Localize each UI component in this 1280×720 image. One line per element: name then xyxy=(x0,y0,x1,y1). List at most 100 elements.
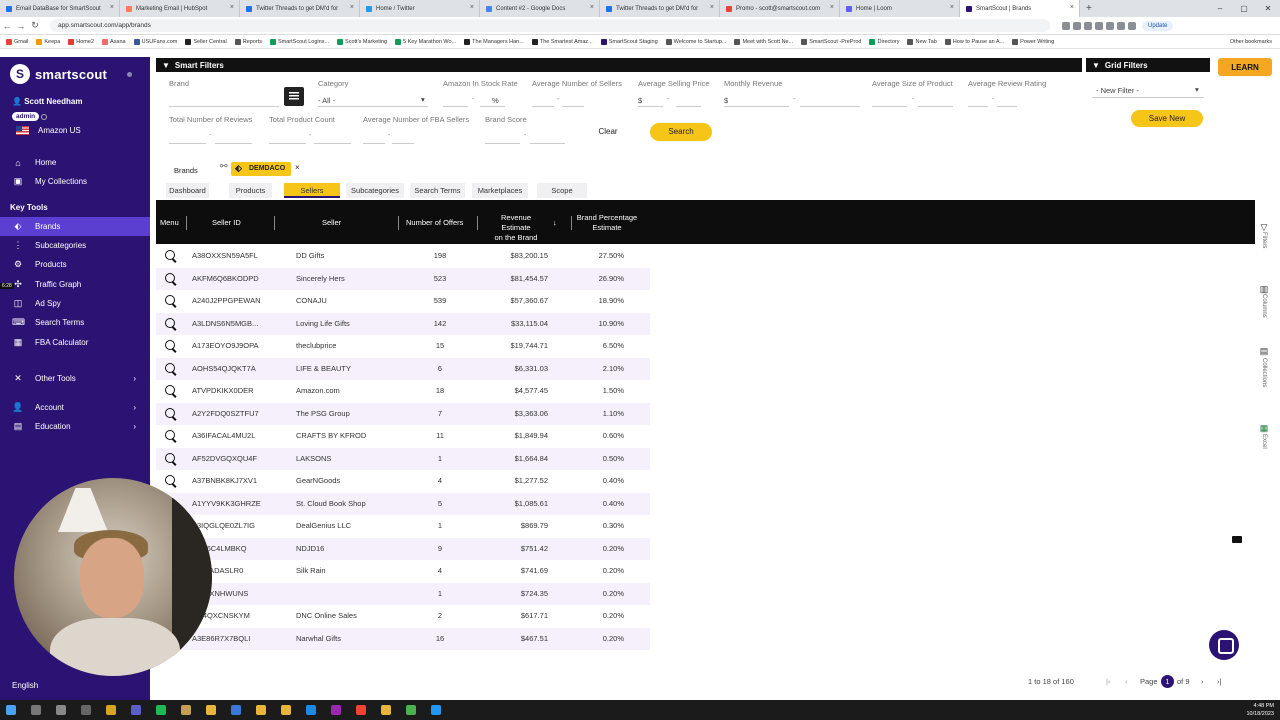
tab-subcategories[interactable]: Subcategories xyxy=(346,183,404,198)
minimize-icon[interactable]: – xyxy=(1208,4,1232,13)
vscode-icon[interactable] xyxy=(231,705,241,715)
app-icon[interactable] xyxy=(431,705,441,715)
table-row[interactable]: A38OXXSN59A5FL DD Gifts 198 $83,200.15 27.50… xyxy=(156,245,650,267)
widgets-icon[interactable] xyxy=(81,705,91,715)
tab-marketplaces[interactable]: Marketplaces xyxy=(472,183,528,198)
browser-tab[interactable]: SmartScout | Brands × xyxy=(960,0,1080,17)
search-icon[interactable] xyxy=(165,362,177,375)
seller-id-cell[interactable]: AF52DVGQXQU4F xyxy=(192,448,257,470)
tab-search-terms[interactable]: Search Terms xyxy=(410,183,465,198)
search-icon[interactable] xyxy=(165,295,177,307)
close-tab-icon[interactable]: × xyxy=(950,4,954,11)
brand-score-min[interactable] xyxy=(485,143,520,144)
col-offers[interactable]: Number of Offers xyxy=(406,218,463,228)
save-new-button[interactable]: Save New xyxy=(1131,110,1203,127)
close-tab-icon[interactable]: × xyxy=(470,4,474,11)
seller-name-cell[interactable]: CRAFTS BY KFROD xyxy=(296,425,366,447)
seller-name-cell[interactable]: DNC Online Sales xyxy=(296,605,357,627)
search-icon[interactable] xyxy=(165,317,177,330)
grid-filter-select[interactable]: - New Filter - xyxy=(1096,86,1139,95)
product-count-min[interactable] xyxy=(269,143,306,144)
forward-icon[interactable]: → xyxy=(14,21,28,31)
search-icon[interactable] xyxy=(165,407,177,420)
sidebar-item-search-terms[interactable]: ⌨ Search Terms xyxy=(0,313,150,332)
search-icon[interactable] xyxy=(165,430,177,442)
table-row[interactable]: A3LDNS6N5MGB... Loving Life Gifts 142 $33,1… xyxy=(156,312,650,335)
sidebar-item-ad-spy[interactable]: ◫ Ad Spy xyxy=(0,294,150,313)
spotify-icon[interactable] xyxy=(156,705,166,715)
seller-name-cell[interactable]: Amazon.com xyxy=(296,380,340,402)
link-icon[interactable]: ⚯ xyxy=(220,161,228,172)
new-tab-icon[interactable]: + xyxy=(1080,3,1098,14)
sidebar-item-brands[interactable]: ⬖ Brands xyxy=(0,217,150,236)
reviews-min[interactable] xyxy=(169,143,206,144)
chrome-icon[interactable] xyxy=(256,705,266,715)
seller-id-cell[interactable]: A3LDNS6N5MGB... xyxy=(192,313,258,335)
nav-home[interactable]: ⌂ Home xyxy=(0,153,150,172)
revenue-max[interactable] xyxy=(800,106,860,107)
table-row[interactable]: KICPXNHWUNS 1 $724.35 0.20% xyxy=(156,582,650,605)
brand-list-icon[interactable] xyxy=(284,87,304,106)
chat-support-icon[interactable] xyxy=(1209,630,1239,660)
category-select[interactable]: - All - xyxy=(318,96,335,105)
sidebar-item-traffic-graph[interactable]: ✣ Traffic Graph xyxy=(0,275,150,294)
close-tab-icon[interactable]: × xyxy=(590,4,594,11)
task-view-icon[interactable] xyxy=(56,705,66,715)
other-bookmarks[interactable]: Other bookmarks xyxy=(1230,39,1272,45)
table-row[interactable]: AOHS54QJQKT7A LIFE & BEAUTY 6 $6,331.03 2.10… xyxy=(156,357,650,380)
current-page[interactable]: 1 xyxy=(1161,675,1174,688)
table-row[interactable]: A3IQGLQE0ZL7IG DealGenius LLC 1 $869.79 0.30… xyxy=(156,515,650,537)
sort-desc-icon[interactable]: ↓ xyxy=(553,218,557,228)
extension-icon[interactable] xyxy=(1095,21,1103,30)
taskbar-search-icon[interactable] xyxy=(31,705,41,715)
back-icon[interactable]: ← xyxy=(0,21,14,31)
rating-min[interactable] xyxy=(968,106,988,107)
close-tab-icon[interactable]: × xyxy=(230,4,234,11)
admin-badge[interactable]: admin xyxy=(12,112,40,121)
browser-tab[interactable]: Home / Twitter × xyxy=(360,0,480,17)
collections-tool-label[interactable]: Collections xyxy=(1261,358,1267,387)
seller-name-cell[interactable]: DD Gifts xyxy=(296,245,324,267)
teams-icon[interactable] xyxy=(131,705,141,715)
fba-sellers-max[interactable] xyxy=(392,143,414,144)
bookmark-item[interactable]: Keepa xyxy=(36,38,60,45)
reload-icon[interactable]: ↻ xyxy=(28,20,42,31)
in-stock-min[interactable] xyxy=(443,106,468,107)
size-min[interactable] xyxy=(872,106,907,107)
chrome-icon[interactable] xyxy=(206,705,216,715)
table-row[interactable]: AKFM6Q6BKODPD Sincerely Hers 523 $81,454.57… xyxy=(156,267,650,290)
column-separator[interactable] xyxy=(398,216,399,230)
smart-filters-header[interactable]: ▼ Smart Filters xyxy=(156,58,1082,72)
search-icon[interactable] xyxy=(165,385,177,397)
bookmark-item[interactable]: SmartScout Logins... xyxy=(269,38,329,45)
learn-button[interactable]: LEARN xyxy=(1218,58,1272,543)
table-row[interactable]: A3E86R7X7BQLI Narwhal Gifts 16 $467.51 0.20% xyxy=(156,627,650,650)
sidebar-item-products[interactable]: ⚙ Products xyxy=(0,255,150,274)
seller-id-cell[interactable]: A173EOYO9J9OPA xyxy=(192,335,259,357)
column-separator[interactable] xyxy=(274,216,275,230)
breadcrumb-brands[interactable]: Brands xyxy=(174,166,198,175)
admin-toggle[interactable] xyxy=(41,114,47,120)
excel-tool-label[interactable]: Excel xyxy=(1261,434,1267,449)
bookmark-item[interactable]: Asana xyxy=(102,38,126,45)
collections-tool-icon[interactable]: ▤ xyxy=(1258,346,1270,356)
browser-tab[interactable]: Content #2 - Google Docs × xyxy=(480,0,600,17)
in-stock-max[interactable] xyxy=(480,106,505,107)
bookmark-item[interactable]: Reports xyxy=(234,38,262,45)
bookmark-item[interactable]: The Smartest Amaz... xyxy=(531,38,593,45)
seller-id-cell[interactable]: A36IFACAL4MU2L xyxy=(192,425,255,447)
close-tab-icon[interactable]: × xyxy=(1070,4,1074,11)
browser-tab[interactable]: Twitter Threads to get DM'd for × xyxy=(240,0,360,17)
tab-dashboard[interactable]: Dashboard xyxy=(166,183,209,198)
seller-id-cell[interactable]: AKFM6Q6BKODPD xyxy=(192,268,259,290)
sidebar-item-subcategories[interactable]: ⋮ Subcategories xyxy=(0,236,150,255)
app-icon[interactable] xyxy=(181,705,191,715)
tab-sellers[interactable]: Sellers xyxy=(284,183,340,198)
file-explorer-icon[interactable] xyxy=(106,705,116,715)
nav-account[interactable]: 👤 Account › xyxy=(0,398,150,417)
table-row[interactable]: A1YYV9KK3GHRZE St. Cloud Book Shop 5 $1,085… xyxy=(156,492,650,515)
search-icon[interactable] xyxy=(165,250,177,262)
seller-id-cell[interactable]: A38OXXSN59A5FL xyxy=(192,245,258,267)
seller-id-cell[interactable]: A37BNBK8KJ7XV1 xyxy=(192,470,257,492)
close-window-icon[interactable]: ✕ xyxy=(1256,4,1280,13)
